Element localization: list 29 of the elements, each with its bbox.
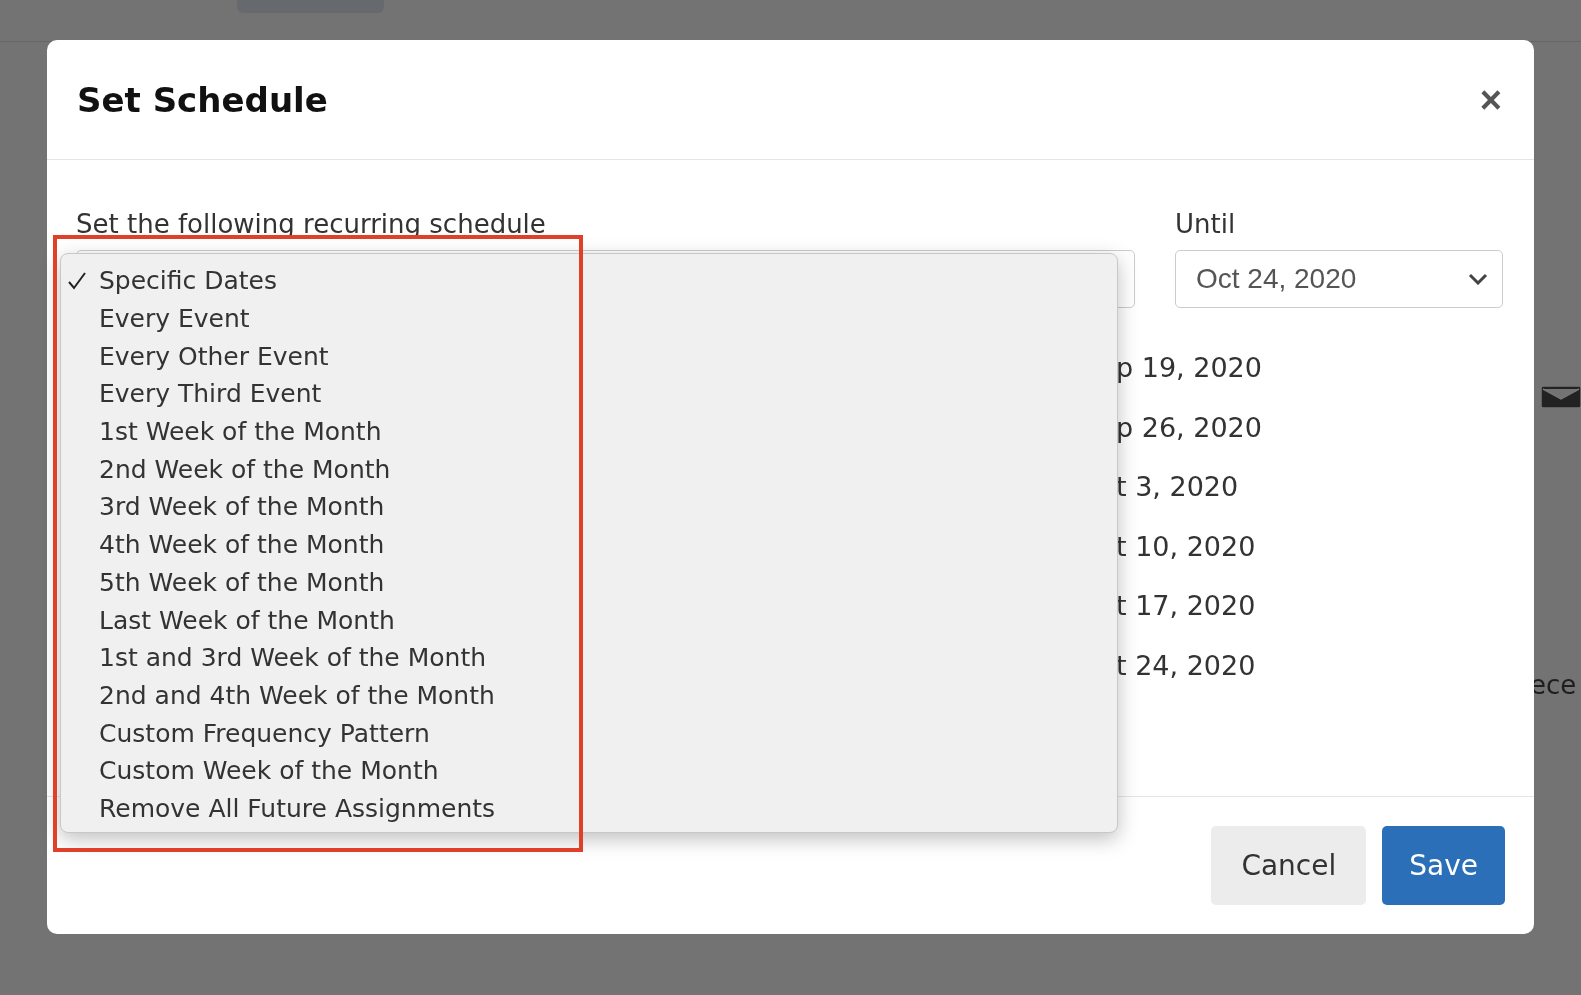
menu-item[interactable]: 5th Week of the Month — [61, 563, 1117, 602]
cancel-button[interactable]: Cancel — [1211, 826, 1367, 905]
until-select[interactable]: Oct 24, 2020 — [1175, 250, 1503, 308]
until-label: Until — [1175, 208, 1237, 241]
menu-item[interactable]: 1st and 3rd Week of the Month — [61, 638, 1117, 677]
close-button[interactable]: × — [1475, 80, 1506, 119]
menu-item[interactable]: 3rd Week of the Month — [61, 488, 1117, 526]
menu-item[interactable]: 4th Week of the Month — [61, 525, 1117, 564]
save-button[interactable]: Save — [1382, 826, 1505, 905]
date-text: t 3, 2020 — [1116, 470, 1239, 504]
menu-item[interactable]: 2nd and 4th Week of the Month — [61, 676, 1117, 715]
menu-item[interactable]: Custom Frequency Pattern — [61, 714, 1117, 752]
menu-item[interactable]: Every Third Event — [61, 375, 1117, 413]
date-text: p 26, 2020 — [1116, 410, 1262, 445]
menu-item[interactable]: Every Other Event — [61, 337, 1117, 376]
chevron-down-icon — [1468, 273, 1488, 285]
menu-item[interactable]: Last Week of the Month — [61, 601, 1117, 639]
date-text: t 24, 2020 — [1116, 648, 1256, 683]
menu-item[interactable]: 2nd Week of the Month — [61, 450, 1117, 489]
menu-item[interactable]: Every Event — [61, 299, 1117, 338]
menu-item[interactable]: Custom Week of the Month — [61, 751, 1117, 790]
dialog-title: Set Schedule — [77, 79, 328, 120]
menu-item[interactable]: Specific Dates — [61, 262, 1117, 300]
schedule-label: Set the following recurring schedule — [76, 208, 547, 241]
date-text: p 19, 2020 — [1116, 351, 1262, 385]
date-text: t 10, 2020 — [1116, 529, 1256, 564]
menu-item[interactable]: 1st Week of the Month — [61, 412, 1117, 451]
menu-item[interactable]: Remove All Future Assignments — [61, 789, 1117, 828]
date-text: t 17, 2020 — [1116, 589, 1256, 623]
